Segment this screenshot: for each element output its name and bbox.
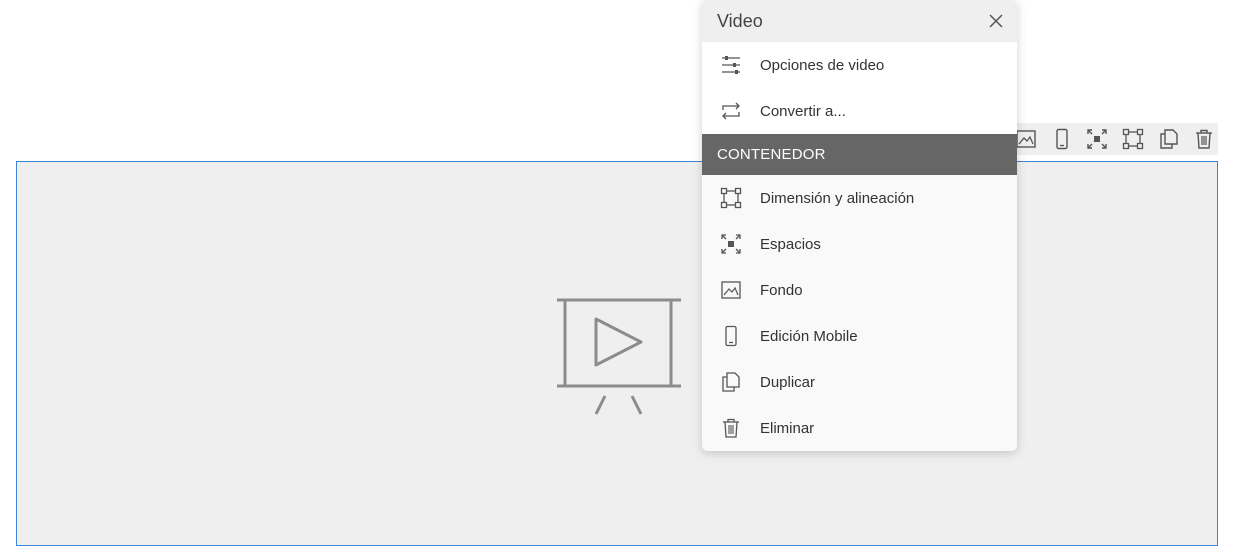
menu-item-label: Duplicar xyxy=(760,373,816,391)
block-toolbar xyxy=(1006,123,1218,155)
toolbar-dimension-button[interactable] xyxy=(1119,125,1147,153)
dimension-icon xyxy=(720,187,742,209)
editor-canvas: Video Opciones de video Convertir a... C… xyxy=(0,0,1256,560)
spacing-icon xyxy=(1087,129,1107,149)
background-image-icon xyxy=(1016,130,1036,148)
toolbar-delete-button[interactable] xyxy=(1190,125,1218,153)
toolbar-duplicate-button[interactable] xyxy=(1155,125,1183,153)
menu-item-label: Convertir a... xyxy=(760,102,846,120)
convert-arrows-icon xyxy=(722,102,740,120)
menu-item-duplicate[interactable]: Duplicar xyxy=(702,359,1017,405)
mobile-icon xyxy=(1055,128,1068,150)
menu-header: Video xyxy=(702,0,1017,42)
menu-item-convert[interactable]: Convertir a... xyxy=(702,88,1017,134)
menu-item-background[interactable]: Fondo xyxy=(702,267,1017,313)
menu-item-label: Eliminar xyxy=(760,419,815,437)
toolbar-spacing-button[interactable] xyxy=(1083,125,1111,153)
menu-item-video-options[interactable]: Opciones de video xyxy=(702,42,1017,88)
mobile-icon xyxy=(725,325,737,347)
menu-item-dimension[interactable]: Dimensión y alineación xyxy=(702,175,1017,221)
close-icon xyxy=(989,14,1003,28)
trash-icon xyxy=(1196,129,1213,149)
duplicate-icon xyxy=(1159,129,1178,149)
dimension-icon xyxy=(1122,128,1143,150)
container-options-list: Dimensión y alineación Espacios Fondo Ed… xyxy=(702,175,1017,451)
toolbar-mobile-button[interactable] xyxy=(1048,125,1076,153)
menu-item-label: Fondo xyxy=(760,281,803,299)
video-projector-icon xyxy=(557,298,681,415)
menu-item-delete[interactable]: Eliminar xyxy=(702,405,1017,451)
menu-title: Video xyxy=(717,10,763,31)
background-image-icon xyxy=(721,281,741,299)
video-block[interactable] xyxy=(16,161,1218,546)
menu-item-label: Espacios xyxy=(760,235,821,253)
menu-item-label: Dimensión y alineación xyxy=(760,189,915,207)
close-button[interactable] xyxy=(985,10,1007,32)
spacing-icon xyxy=(721,234,741,254)
video-context-menu: Video Opciones de video Convertir a... C… xyxy=(702,0,1017,451)
menu-item-label: Edición Mobile xyxy=(760,327,858,345)
trash-icon xyxy=(723,418,739,438)
menu-item-label: Opciones de video xyxy=(760,56,885,74)
menu-item-spacing[interactable]: Espacios xyxy=(702,221,1017,267)
duplicate-icon xyxy=(722,372,740,392)
menu-item-mobile-edit[interactable]: Edición Mobile xyxy=(702,313,1017,359)
sliders-icon xyxy=(722,56,740,74)
section-header-container: CONTENEDOR xyxy=(702,134,1017,175)
